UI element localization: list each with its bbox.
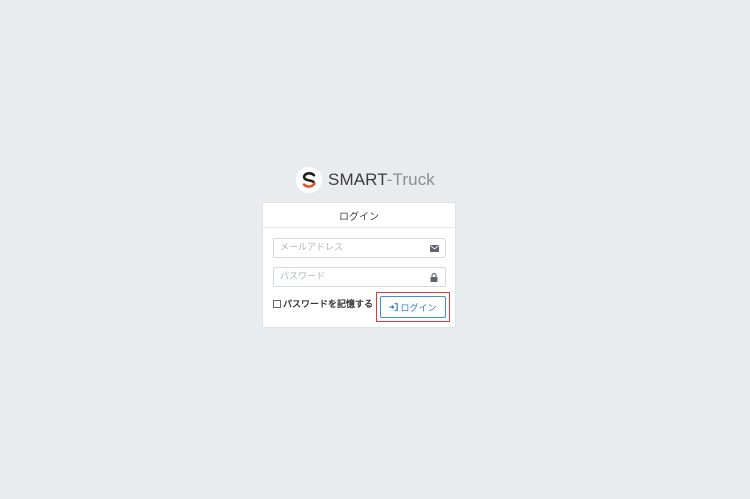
remember-password-checkbox[interactable]: パスワードを記憶する <box>273 297 373 310</box>
brand-name-primary: SMART <box>328 170 387 189</box>
s-logo-icon <box>296 167 322 193</box>
checkbox-icon[interactable] <box>273 299 281 308</box>
password-input[interactable] <box>274 268 430 286</box>
brand-name: SMART-Truck <box>328 170 435 190</box>
brand-name-secondary: -Truck <box>386 170 435 189</box>
login-card-title: ログイン <box>263 203 455 228</box>
remember-password-label: パスワードを記憶する <box>283 300 374 310</box>
email-field-wrapper <box>273 238 446 258</box>
password-field-wrapper <box>273 267 446 287</box>
envelope-icon <box>429 243 439 253</box>
brand-header: SMART-Truck <box>296 166 435 194</box>
login-card: ログイン パスワードを記憶する <box>262 202 456 328</box>
login-button-highlight: ログイン <box>376 292 450 322</box>
login-page: SMART-Truck ログイン パスワードを記憶す <box>0 0 750 499</box>
sign-in-icon <box>389 303 399 311</box>
lock-icon <box>429 272 439 282</box>
email-input[interactable] <box>274 239 430 257</box>
login-button-label: ログイン <box>400 303 437 314</box>
login-button[interactable]: ログイン <box>380 296 446 318</box>
